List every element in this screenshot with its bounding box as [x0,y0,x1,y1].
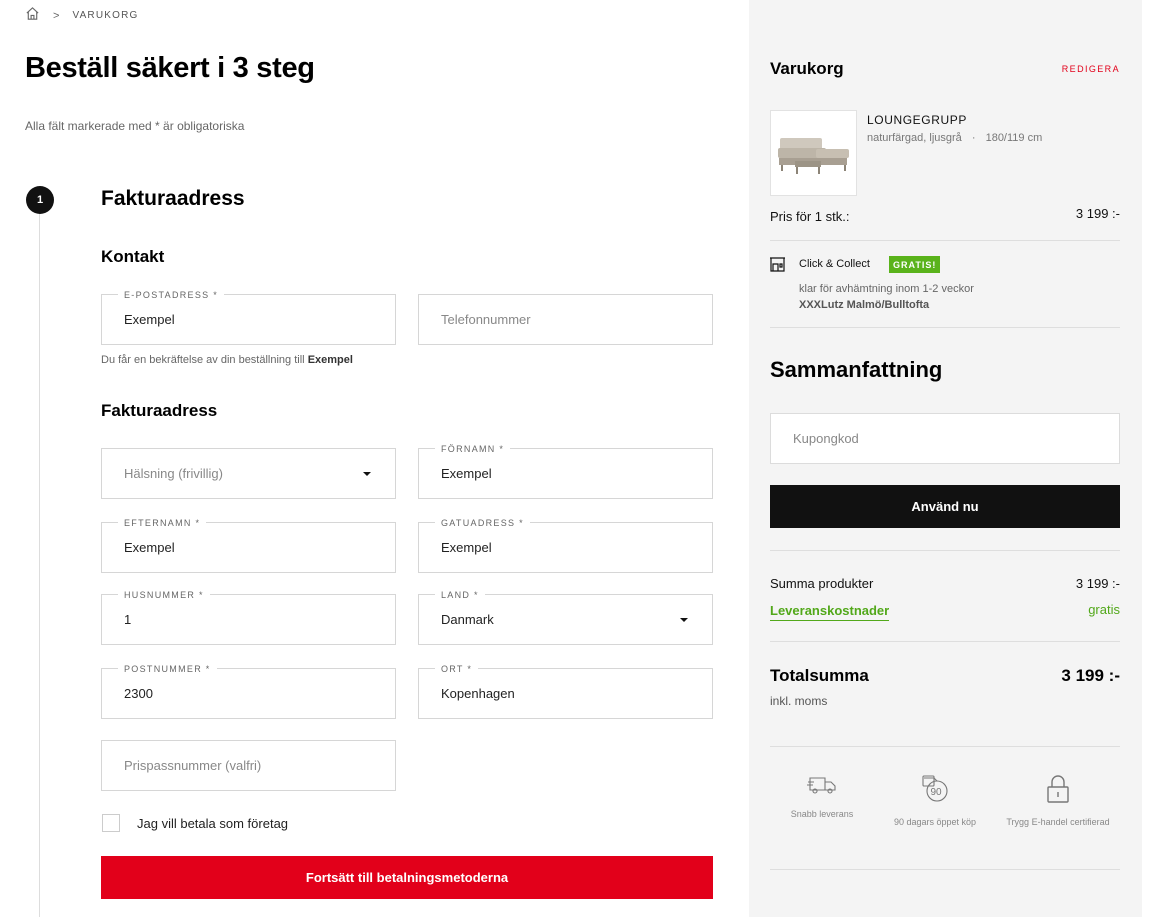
house-number-value: 1 [124,612,132,627]
caret-down-icon [680,618,688,622]
first-name-value: Exempel [441,466,492,481]
continue-to-payment-button[interactable]: Fortsätt till betalningsmetoderna [101,856,713,899]
products-sum-value: 3 199 :- [1075,576,1120,591]
cart-title: Varukorg [770,59,844,78]
trust-badge-label: Snabb leverans [790,809,854,819]
unit-price-value: 3 199 :- [1075,206,1120,221]
country-value: Danmark [441,612,494,627]
trust-badge-return: 90 90 dagars öppet köp [880,774,990,828]
product-dimensions: 180/119 cm [985,132,1043,144]
vat-note: inkl. moms [770,694,828,708]
step-title: Fakturaadress [101,187,245,210]
divider [770,746,1120,747]
email-confirmation-note: Du får en bekräftelse av din beställning… [101,354,353,366]
phone-placeholder: Telefonnummer [441,312,531,327]
delivery-truck-icon [767,774,877,796]
company-checkbox-label[interactable]: Jag vill betala som företag [137,816,288,831]
shipping-cost-value: gratis [1088,602,1120,617]
trust-badge-delivery: Snabb leverans [767,774,877,820]
trust-badge-label: Trygg E-handel certifierad [1006,817,1110,827]
coupon-placeholder: Kupongkod [793,431,859,446]
salutation-placeholder: Hälsning (frivillig) [124,466,223,481]
pickup-store: XXXLutz Malmö/Bulltofta [799,299,930,311]
click-collect-label: Click & Collect [799,258,870,270]
total-label: Totalsumma [770,666,869,685]
contact-heading: Kontakt [101,247,165,266]
step-number-badge: 1 [26,186,54,214]
company-checkbox[interactable] [102,814,120,832]
postcode-field[interactable]: POSTNUMMER * 2300 [101,663,396,719]
price-pass-field[interactable]: Prispassnummer (valfri) [101,740,396,791]
house-number-label: HUSNUMMER * [118,589,210,601]
free-badge: GRATIS! [889,256,941,273]
caret-down-icon [363,472,371,476]
street-value: Exempel [441,540,492,555]
city-field[interactable]: ORT * Kopenhagen [418,663,713,719]
apply-coupon-button[interactable]: Använd nu [770,485,1120,528]
divider [770,327,1120,328]
page-title: Beställ säkert i 3 steg [25,52,315,84]
product-image[interactable] [770,110,857,196]
pickup-availability: klar för avhämtning inom 1-2 veckor [799,283,974,295]
product-name[interactable]: LOUNGEGRUPP [867,113,967,127]
coupon-input[interactable]: Kupongkod [770,413,1120,464]
email-value: Exempel [124,312,175,327]
product-variant: naturfärgad, ljusgrå · 180/119 cm [867,132,1043,144]
divider [770,869,1120,870]
confirmation-email: Exempel [307,354,353,366]
price-pass-placeholder: Prispassnummer (valfri) [124,758,262,773]
last-name-field[interactable]: EFTERNAMN * Exempel [101,517,396,573]
first-name-field[interactable]: FÖRNAMN * Exempel [418,443,713,499]
shipping-cost-link[interactable]: Leveranskostnader [770,603,890,621]
order-sidebar: Varukorg REDIGERA LOUNGEGRUPP naturfärga… [749,0,1142,917]
postcode-value: 2300 [124,686,153,701]
company-checkbox-row[interactable]: Jag vill betala som företag [102,814,288,832]
required-fields-note: Alla fält markerade med * är obligatoris… [25,119,245,133]
summary-title: Sammanfattning [770,357,943,382]
total-value: 3 199 :- [1061,666,1120,685]
divider [770,240,1120,241]
home-icon[interactable] [25,6,40,26]
products-sum-label: Summa produkter [770,576,874,591]
street-field[interactable]: GATUADRESS * Exempel [418,517,713,573]
step-progress-line [39,214,40,917]
chevron-right-icon: > [53,9,60,22]
email-field[interactable]: E-POSTADRESS * Exempel [101,289,396,345]
90-days-return-icon: 90 [880,774,990,804]
padlock-icon [1003,774,1113,804]
trust-badge-secure: Trygg E-handel certifierad [1003,774,1113,828]
svg-text:90: 90 [931,787,943,798]
trust-badge-label: 90 dagars öppet köp [893,817,977,827]
breadcrumb-current: VARUKORG [72,10,139,21]
unit-price-label: Pris för 1 stk.: [770,209,850,224]
divider [770,641,1120,642]
edit-cart-link[interactable]: REDIGERA [1062,64,1120,74]
salutation-select[interactable]: Hälsning (frivillig) [101,448,396,499]
last-name-value: Exempel [124,540,175,555]
breadcrumb: > VARUKORG [25,6,139,26]
country-select[interactable]: LAND * Danmark [418,589,713,645]
store-icon [769,256,786,272]
divider [770,550,1120,551]
billing-address-heading: Fakturaadress [101,401,218,420]
phone-field[interactable]: Telefonnummer [418,294,713,345]
house-number-field[interactable]: HUSNUMMER * 1 [101,589,396,645]
city-value: Kopenhagen [441,686,515,701]
